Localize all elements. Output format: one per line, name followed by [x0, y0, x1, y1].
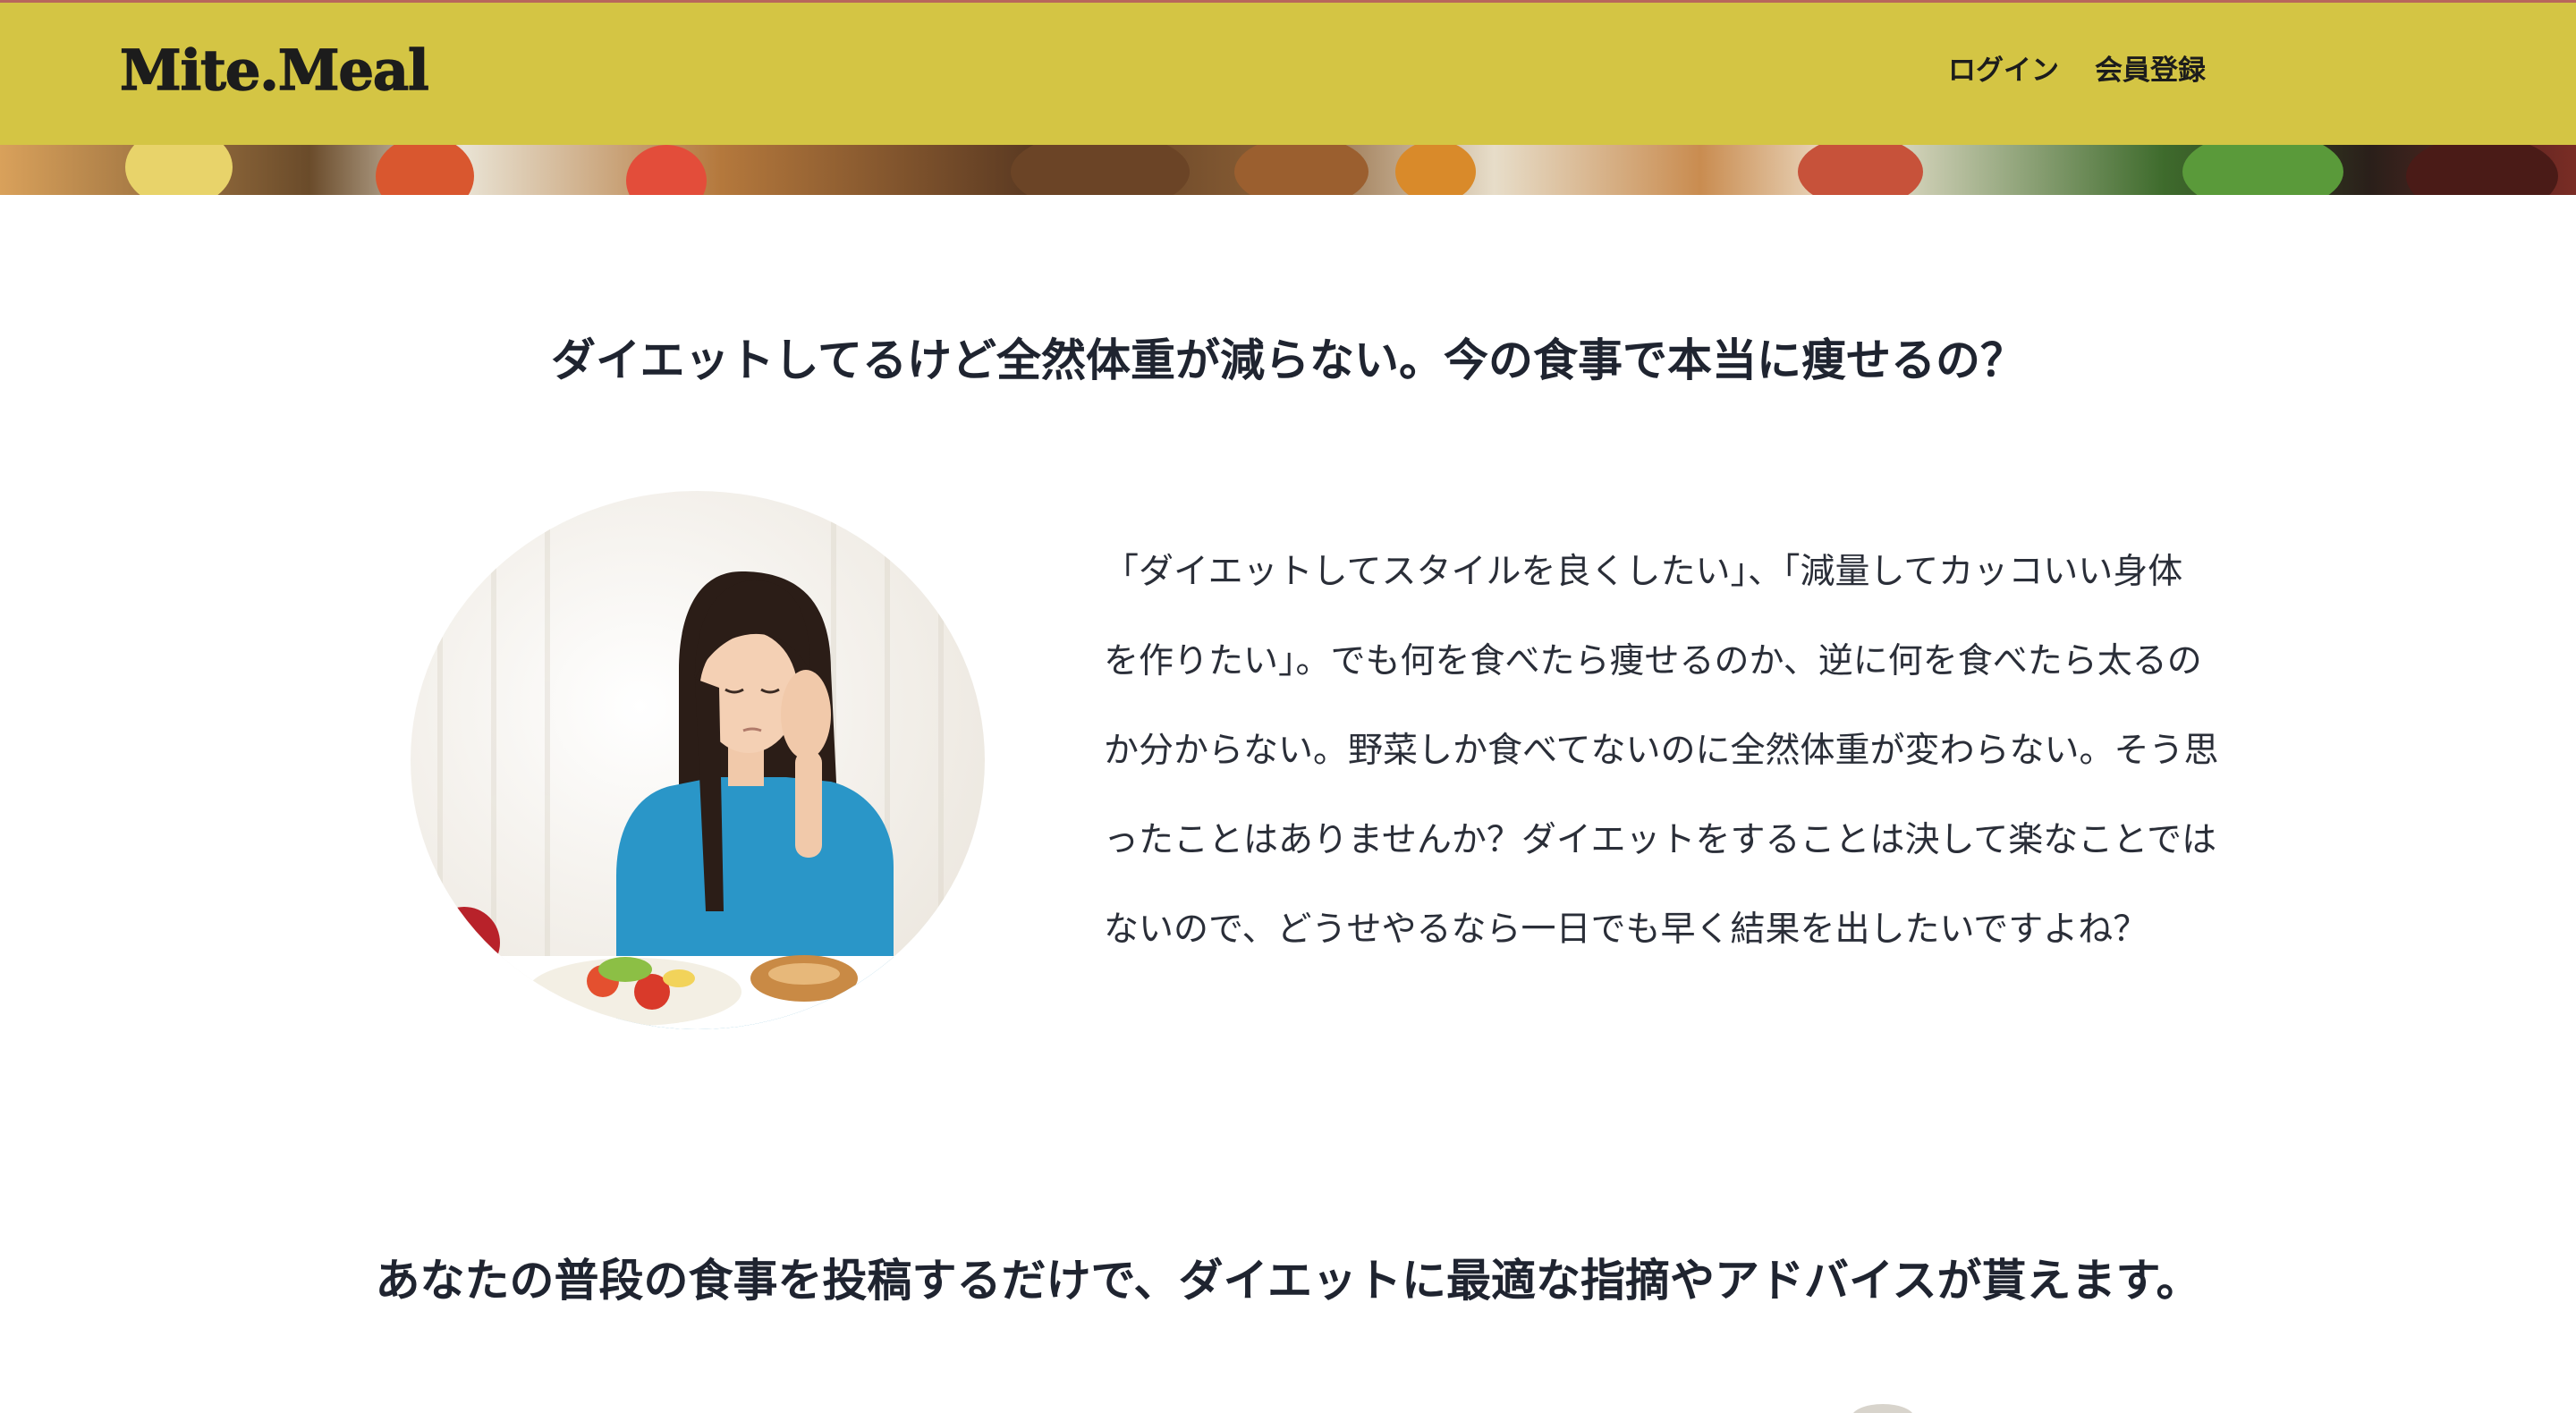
paragraph-line: ないので、どうせやるなら一日でも早く結果を出したいですよね？: [1104, 910, 2148, 950]
photo-illustration: [411, 491, 985, 1029]
banner-food-blob: [626, 145, 707, 195]
site-header: Mite.Meal ログイン 会員登録: [0, 0, 2576, 145]
banner-food-blob: [2182, 145, 2343, 195]
page: Mite.Meal ログイン 会員登録 ダイエットしてるけど全然体重が減らない。…: [0, 0, 2576, 1413]
section2-headline: あなたの普段の食事を投稿するだけで、ダイエットに最適な指摘やアドバイスが貰えます…: [375, 1255, 2201, 1307]
header-nav: ログイン 会員登録: [1948, 55, 2206, 88]
section1-paragraph: 「ダイエットしてスタイルを良くしたい」、「減量してカッコいい身体 を作りたい」。…: [1104, 528, 2284, 975]
banner-food-blob: [125, 145, 233, 195]
banner-food-blob: [1395, 145, 1476, 195]
paragraph-line: ったことはありませんか？ダイエットをすることは決して楽なことでは: [1104, 820, 2217, 860]
paragraph-line: を作りたい」。でも何を食べたら痩せるのか、逆に何を食べたら太るの: [1104, 641, 2202, 681]
login-link[interactable]: ログイン: [1948, 55, 2059, 88]
banner-food-blob: [1011, 145, 1190, 195]
paragraph-line: か分からない。野菜しか食べてないのに全然体重が変わらない。そう思: [1104, 731, 2219, 771]
site-logo[interactable]: Mite.Meal: [119, 39, 429, 102]
banner-food-blob: [376, 145, 474, 195]
woman-worried-with-food-photo: [411, 491, 985, 1029]
banner-food-blob: [2406, 145, 2558, 195]
section2-image-edge: [1852, 1404, 1914, 1413]
paragraph-line: 「ダイエットしてスタイルを良くしたい」、「減量してカッコいい身体: [1104, 552, 2183, 592]
banner-food-blob: [1798, 145, 1923, 195]
banner-food-blob: [1234, 145, 1368, 195]
section1-headline: ダイエットしてるけど全然体重が減らない。今の食事で本当に痩せるの？: [551, 334, 2025, 386]
food-banner-image: [0, 145, 2576, 195]
signup-link[interactable]: 会員登録: [2095, 55, 2206, 88]
